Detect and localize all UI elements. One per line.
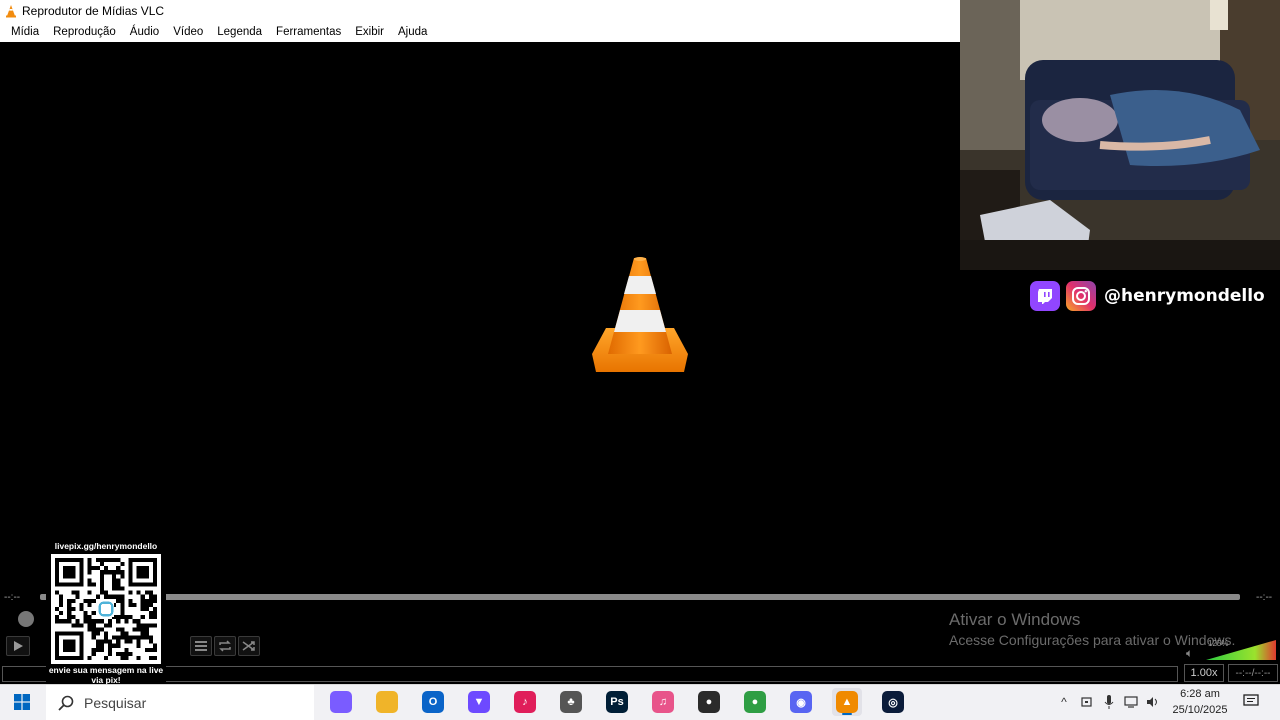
itunes-icon: ♫ (652, 691, 674, 713)
outlook-icon: O (422, 691, 444, 713)
clock[interactable]: 6:28 am 25/10/2025 (1164, 686, 1236, 718)
taskbar-app-file-explorer[interactable] (372, 688, 402, 716)
menu-help[interactable]: Ajuda (391, 26, 434, 38)
video-area[interactable] (0, 42, 960, 592)
menu-audio[interactable]: Áudio (123, 26, 166, 38)
microphone-icon[interactable] (1099, 692, 1119, 712)
network-icon[interactable] (1121, 692, 1141, 712)
taskbar-app-copilot[interactable] (326, 688, 356, 716)
record-button[interactable] (18, 611, 34, 627)
webcam-overlay (960, 0, 1280, 270)
seek-slider[interactable] (40, 594, 1240, 600)
photoshop-icon: Ps (606, 691, 628, 713)
taskbar-app-webcam-app[interactable]: ◎ (878, 688, 908, 716)
qr-code-image (55, 558, 157, 660)
playlist-icon (195, 641, 207, 651)
clock-time: 6:28 am (1180, 688, 1220, 700)
discord-icon: ◉ (790, 691, 812, 713)
chrome-icon: ● (744, 691, 766, 713)
obs-icon: ● (698, 691, 720, 713)
qr-code (51, 554, 161, 664)
tray-overflow-icon[interactable]: ^ (1054, 692, 1074, 712)
qr-caption: envie sua mensagem na live via pix! (48, 665, 164, 685)
twitch-icon (1030, 281, 1060, 311)
speaker-icon[interactable]: 🔈︎ (1186, 646, 1193, 661)
tray-device-icon[interactable] (1077, 692, 1097, 712)
menu-playback[interactable]: Reprodução (46, 26, 123, 38)
notification-icon (1243, 694, 1259, 706)
proton-vpn-icon: ▼ (468, 691, 490, 713)
status-field (2, 666, 1178, 682)
menu-media[interactable]: Mídia (4, 26, 46, 38)
taskbar-app-itunes[interactable]: ♫ (648, 688, 678, 716)
audio-app-icon: ♣ (560, 691, 582, 713)
vlc-cone-icon (6, 5, 16, 18)
clock-date: 25/10/2025 (1172, 704, 1228, 716)
taskbar-app-tiktok[interactable]: ♪ (510, 688, 540, 716)
taskbar-app-outlook[interactable]: O (418, 688, 448, 716)
social-handle-bar: @henrymondello (1030, 280, 1265, 312)
taskbar-app-proton-vpn[interactable]: ▼ (464, 688, 494, 716)
qr-url: livepix.gg/henrymondello (54, 541, 158, 551)
webcam-scene (960, 0, 1280, 270)
time-display[interactable]: --:--/--:-- (1228, 664, 1278, 682)
vlc-cone-logo (592, 257, 688, 372)
taskbar-app-obs[interactable]: ● (694, 688, 724, 716)
loop-button[interactable] (214, 636, 236, 656)
copilot-icon (330, 691, 352, 713)
search-placeholder: Pesquisar (84, 694, 147, 711)
shuffle-icon (242, 641, 255, 651)
vlc-icon: ▲ (836, 691, 858, 713)
notification-center-button[interactable] (1240, 690, 1262, 712)
tiktok-icon: ♪ (514, 691, 536, 713)
instagram-icon (1066, 281, 1096, 311)
playback-speed[interactable]: 1.00x (1184, 664, 1224, 682)
taskbar-app-vlc[interactable]: ▲ (832, 688, 862, 716)
title-bar: Reprodutor de Mídias VLC (0, 0, 960, 22)
menu-subtitle[interactable]: Legenda (210, 26, 269, 38)
playlist-button[interactable] (190, 636, 212, 656)
elapsed-time: --:-- (4, 592, 21, 603)
menu-tools[interactable]: Ferramentas (269, 26, 348, 38)
taskbar-search[interactable]: Pesquisar (46, 685, 314, 720)
volume-percent: 125% (1208, 639, 1229, 648)
windows-logo-icon (14, 694, 30, 710)
shuffle-button[interactable] (238, 636, 260, 656)
file-explorer-icon (376, 691, 398, 713)
activate-title: Ativar o Windows (949, 610, 1081, 629)
menu-bar: Mídia Reprodução Áudio Vídeo Legenda Fer… (0, 22, 960, 42)
total-time: --:-- (1256, 592, 1273, 603)
play-button[interactable] (6, 636, 30, 656)
social-handle-text: @henrymondello (1104, 286, 1265, 306)
menu-view[interactable]: Exibir (348, 26, 391, 38)
taskbar-app-chrome[interactable]: ● (740, 688, 770, 716)
webcam-app-icon: ◎ (882, 691, 904, 713)
taskbar-app-discord[interactable]: ◉ (786, 688, 816, 716)
start-button[interactable] (0, 684, 44, 720)
menu-video[interactable]: Vídeo (166, 26, 210, 38)
taskbar-app-photoshop[interactable]: Ps (602, 688, 632, 716)
taskbar-app-audio-app[interactable]: ♣ (556, 688, 586, 716)
play-icon (14, 641, 23, 651)
volume-icon[interactable] (1143, 692, 1163, 712)
loop-icon (219, 640, 231, 652)
activate-windows-watermark: Ativar o Windows Acesse Configurações pa… (949, 610, 1235, 648)
window-title: Reprodutor de Mídias VLC (22, 4, 165, 18)
search-icon (58, 695, 74, 711)
